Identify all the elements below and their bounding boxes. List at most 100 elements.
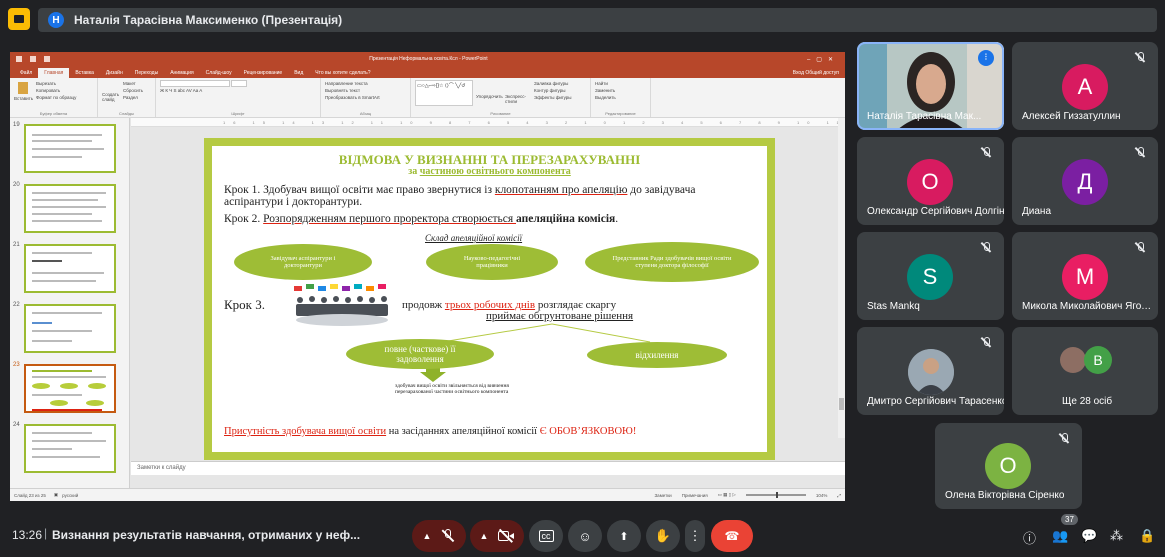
slide-thumbnails-pane[interactable]: 19 20 21 22 23 24 xyxy=(10,118,130,488)
find-button[interactable]: Найти xyxy=(595,80,646,87)
presenter-chip[interactable]: Н Наталія Тарасівна Максименко (Презента… xyxy=(38,8,1157,32)
save-icon[interactable] xyxy=(16,56,22,62)
font-name-box[interactable] xyxy=(160,80,230,88)
replace-button[interactable]: Заменить xyxy=(595,87,646,94)
smartart-button[interactable]: Преобразовать в SmartArt xyxy=(325,94,406,101)
align-text-button[interactable]: Выровнять текст xyxy=(325,87,406,94)
view-buttons[interactable]: ▭ ▦ ▯ ▷ xyxy=(718,492,736,498)
sign-in-share[interactable]: Вход Общий доступ xyxy=(787,68,845,78)
paragraph-group-label: Абзац xyxy=(359,111,372,116)
camera-control[interactable]: ▲ xyxy=(470,520,524,552)
scrollbar-thumb[interactable] xyxy=(839,398,844,410)
comments-toggle[interactable]: Примечания xyxy=(682,493,708,498)
spellcheck-icon[interactable]: ▣ xyxy=(54,492,58,498)
thumbnail-number: 23 xyxy=(13,362,20,368)
select-button[interactable]: Выделить xyxy=(595,94,646,101)
language-label[interactable]: русский xyxy=(62,493,78,498)
tab-design[interactable]: Дизайн xyxy=(100,68,129,78)
activities-icon[interactable]: ⁂ xyxy=(1110,528,1123,544)
tab-file[interactable]: Файл xyxy=(14,68,38,78)
avatar: А xyxy=(1062,64,1108,110)
present-screen-icon: ⬆ xyxy=(619,530,629,543)
new-slide-button[interactable]: Создать слайд xyxy=(102,80,120,102)
text-direction-button[interactable]: Направление текста xyxy=(325,80,406,87)
quick-access-toolbar xyxy=(16,56,50,62)
tab-slideshow[interactable]: Слайд-шоу xyxy=(200,68,238,78)
horizontal-ruler: 16 15 14 13 12 11 10 9 8 7 6 5 4 3 2 1 0… xyxy=(131,118,845,127)
participant-name: Алексей Гиззатуллин xyxy=(1022,111,1121,122)
chevron-up-icon[interactable]: ▲ xyxy=(423,531,432,541)
section-button[interactable]: Раздел xyxy=(123,94,143,101)
notes-pane[interactable]: Заметки к слайду xyxy=(131,461,845,475)
participant-tile[interactable]: S Stas Mankq xyxy=(857,232,1004,320)
participant-tile-self[interactable]: ⁝ Наталія Тарасівна Мак... xyxy=(857,42,1004,130)
shapes-gallery[interactable]: ▭○△⌐⇨{}☆ ⟨⟩⌒ ╲╱↺ xyxy=(415,80,473,106)
slide-thumbnail-selected[interactable]: 23 xyxy=(10,360,129,415)
participant-tile[interactable]: Дмитро Сергійович Тарасенко xyxy=(857,327,1004,415)
leave-call-button[interactable]: ☎ xyxy=(711,520,753,552)
more-options-button[interactable]: ⋮ xyxy=(685,520,705,552)
slide-thumbnail[interactable]: 22 xyxy=(10,300,129,355)
chat-icon[interactable]: 💬 xyxy=(1081,528,1097,544)
slide-thumbnail[interactable]: 21 xyxy=(10,240,129,295)
presenter-avatar: Н xyxy=(48,12,64,28)
shape-outline-button[interactable]: Контур фигуры xyxy=(534,87,572,94)
participant-tile[interactable]: Д Диана xyxy=(1012,137,1158,225)
mic-off-icon[interactable] xyxy=(441,529,455,543)
participant-tile[interactable]: А Алексей Гиззатуллин xyxy=(1012,42,1158,130)
chevron-up-icon[interactable]: ▲ xyxy=(480,531,489,541)
tab-insert[interactable]: Вставка xyxy=(69,68,100,78)
raise-hand-button[interactable]: ✋ xyxy=(646,520,680,552)
tab-review[interactable]: Рецензирование xyxy=(238,68,289,78)
undo-icon[interactable] xyxy=(30,56,36,62)
people-icon[interactable]: 👥 xyxy=(1052,528,1068,544)
captions-icon: cc xyxy=(538,530,554,542)
notes-toggle[interactable]: Заметки xyxy=(654,493,671,498)
slide-canvas[interactable]: ВІДМОВА У ВИЗНАННІ ТА ПЕРЕЗАРАХУВАННІ за… xyxy=(204,138,775,460)
mic-off-icon xyxy=(980,242,992,254)
paste-button[interactable]: Вставить xyxy=(14,80,33,102)
cut-button[interactable]: Вырезать xyxy=(36,80,76,87)
slide-thumbnail[interactable]: 20 xyxy=(10,180,129,235)
zoom-level[interactable]: 104% xyxy=(816,493,828,498)
host-controls-icon[interactable]: 🔒 xyxy=(1139,528,1155,544)
camera-off-icon[interactable] xyxy=(498,529,515,543)
outcome-satisfy: повне (часткове) її задоволення xyxy=(346,339,494,369)
shape-fill-button[interactable]: Заливка фигуры xyxy=(534,80,572,87)
tab-transitions[interactable]: Переходы xyxy=(129,68,164,78)
microphone-control[interactable]: ▲ xyxy=(412,520,466,552)
fit-slide-icon[interactable]: ⤢ xyxy=(837,493,841,498)
participant-name: Наталія Тарасівна Мак... xyxy=(867,111,982,122)
reset-button[interactable]: Сбросить xyxy=(123,87,143,94)
window-controls[interactable]: –▢✕ xyxy=(807,56,839,63)
reactions-button[interactable]: ☺ xyxy=(568,520,602,552)
zoom-slider[interactable] xyxy=(745,492,806,498)
layout-button[interactable]: Макет xyxy=(123,80,143,87)
shape-effects-button[interactable]: Эффекты фигуры xyxy=(534,94,572,101)
font-format-buttons[interactable]: Ж К Ч S abc AV Aa A xyxy=(160,87,316,94)
participant-tile[interactable]: О Олена Вікторівна Сіренко xyxy=(935,423,1082,509)
more-participants-tile[interactable]: В Ще 28 осіб xyxy=(1012,327,1158,415)
tab-home[interactable]: Главная xyxy=(38,68,70,78)
tab-view[interactable]: Вид xyxy=(288,68,309,78)
arrange-button[interactable]: Упорядочить xyxy=(476,80,503,106)
mic-off-icon xyxy=(1058,433,1070,445)
tab-animations[interactable]: Анимация xyxy=(164,68,199,78)
tell-me-search[interactable]: Что вы хотите сделать? xyxy=(309,68,376,78)
speaking-indicator-icon: ⁝ xyxy=(978,50,994,66)
font-size-box[interactable] xyxy=(231,80,248,88)
format-painter-button[interactable]: Формат по образцу xyxy=(36,94,76,101)
footer-mid: на засіданнях апеляційної комісії xyxy=(386,426,540,437)
copy-button[interactable]: Копировать xyxy=(36,87,76,94)
quick-styles-button[interactable]: Экспресс-стили xyxy=(505,80,531,106)
outcome-reject: відхилення xyxy=(587,342,727,368)
participant-tile[interactable]: О Олександр Сергійович Долгін xyxy=(857,137,1004,225)
present-button[interactable]: ⬆ xyxy=(607,520,641,552)
captions-button[interactable]: cc xyxy=(529,520,563,552)
vertical-scrollbar[interactable] xyxy=(838,118,845,438)
redo-icon[interactable] xyxy=(44,56,50,62)
info-icon[interactable]: ⓘ xyxy=(1023,528,1036,547)
slide-thumbnail[interactable]: 24 xyxy=(10,420,129,475)
participant-tile[interactable]: М Микола Миколайович Ягольник xyxy=(1012,232,1158,320)
slide-thumbnail[interactable]: 19 xyxy=(10,120,129,175)
